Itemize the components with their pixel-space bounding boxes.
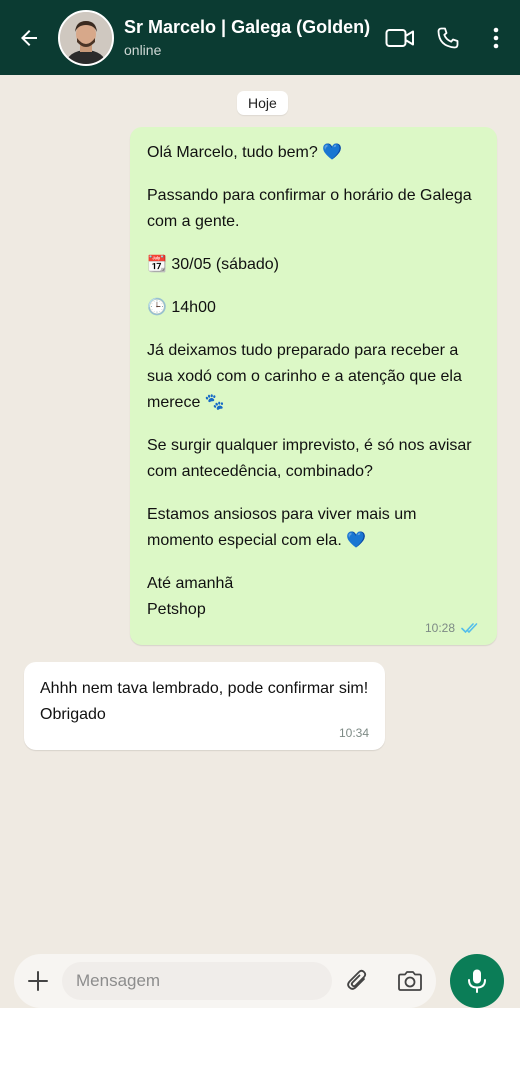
message-line: com a gente.	[147, 213, 240, 230]
back-button[interactable]	[0, 0, 58, 75]
chat-area[interactable]: Hoje Olá Marcelo, tudo bem? 💙 Passando p…	[0, 75, 520, 1005]
plus-icon	[28, 971, 48, 991]
date-chip: Hoje	[237, 91, 288, 115]
message-paragraph: 🕒 14h00	[147, 295, 481, 321]
contact-info[interactable]: Sr Marcelo | Galega (Golden) online	[124, 17, 376, 58]
add-attachment-button[interactable]	[14, 954, 62, 1008]
message-paragraph: 📆 30/05 (sábado)	[147, 252, 481, 278]
phone-icon	[437, 27, 459, 48]
mic-icon	[468, 969, 486, 993]
message-time: 10:28	[424, 621, 455, 635]
bottom-area	[0, 1008, 520, 1081]
more-options-button[interactable]	[472, 0, 520, 75]
message-paragraph: Já deixamos tudo preparado para receber …	[147, 338, 481, 416]
message-line: 🕒 14h00	[147, 299, 216, 316]
message-input[interactable]	[62, 962, 332, 1000]
contact-status: online	[124, 42, 162, 58]
message-line: Passando para confirmar o horário de Gal…	[147, 187, 472, 204]
message-line: Até amanhã	[147, 575, 234, 592]
avatar-image	[60, 11, 112, 64]
message-paragraph: Passando para confirmar o horário de Gal…	[147, 183, 481, 235]
contact-name: Sr Marcelo | Galega (Golden)	[124, 17, 371, 37]
message-paragraph: Olá Marcelo, tudo bem? 💙	[147, 140, 481, 166]
camera-button[interactable]	[384, 954, 436, 1008]
avatar[interactable]	[58, 9, 114, 66]
message-line: Estamos ansiosos para viver mais um	[147, 506, 417, 523]
message-line: Obrigado	[40, 706, 106, 723]
voice-call-button[interactable]	[424, 0, 472, 75]
message-line: sua xodó com o carinho e a atenção que e…	[147, 368, 462, 385]
back-arrow-icon	[21, 29, 37, 46]
message-line: Ahhh nem tava lembrado, pode confirmar s…	[40, 680, 369, 697]
message-meta: 10:34	[40, 726, 369, 740]
message-paragraph: Ahhh nem tava lembrado, pode confirmar s…	[40, 676, 369, 728]
voice-message-button[interactable]	[450, 954, 504, 1008]
message-line: merece 🐾	[147, 394, 225, 411]
message-time: 10:34	[338, 726, 369, 740]
incoming-message[interactable]: Ahhh nem tava lembrado, pode confirmar s…	[24, 662, 385, 750]
more-vert-icon	[493, 27, 499, 48]
camera-icon	[398, 971, 422, 991]
message-paragraph: Se surgir qualquer imprevisto, é só nos …	[147, 433, 481, 485]
message-line: com antecedência, combinado?	[147, 463, 373, 480]
outgoing-message[interactable]: Olá Marcelo, tudo bem? 💙 Passando para c…	[130, 127, 497, 645]
message-line: Se surgir qualquer imprevisto, é só nos …	[147, 437, 472, 454]
message-line: Olá Marcelo, tudo bem? 💙	[147, 144, 343, 161]
video-call-icon	[385, 28, 414, 47]
message-meta: 10:28	[147, 621, 481, 635]
message-paragraph: Estamos ansiosos para viver mais um mome…	[147, 502, 481, 554]
message-line: Petshop	[147, 601, 206, 618]
message-line: 📆 30/05 (sábado)	[147, 256, 279, 273]
attach-button[interactable]	[332, 954, 384, 1008]
message-composer	[14, 954, 436, 1008]
chat-header: Sr Marcelo | Galega (Golden) online	[0, 0, 520, 75]
message-line: momento especial com ela. 💙	[147, 532, 367, 549]
video-call-button[interactable]	[376, 0, 424, 75]
message-paragraph: Até amanhã Petshop	[147, 571, 481, 623]
double-check-read-icon	[461, 623, 478, 634]
attach-icon	[347, 969, 367, 990]
message-line: Já deixamos tudo preparado para receber …	[147, 342, 459, 359]
